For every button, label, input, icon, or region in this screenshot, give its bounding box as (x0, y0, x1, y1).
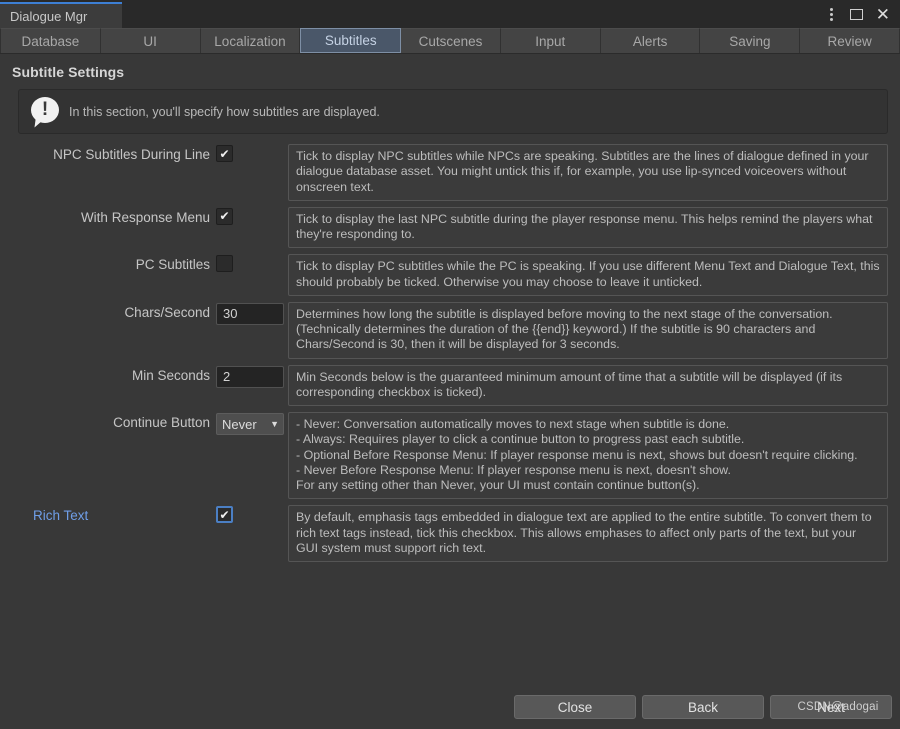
help-text-with-response-menu: Tick to display the last NPC subtitle du… (288, 206, 888, 249)
setting-control-cell (210, 207, 288, 225)
info-banner: ! In this section, you'll specify how su… (18, 89, 888, 134)
window-tab-label: Dialogue Mgr (10, 8, 88, 24)
setting-row-pc-subtitles: PC Subtitles Tick to display PC subtitles… (18, 254, 888, 296)
tab-database[interactable]: Database (0, 28, 101, 53)
tab-input[interactable]: Input (500, 28, 601, 53)
setting-control-cell: 30 (210, 302, 288, 325)
help-text-pc-subtitles: Tick to display PC subtitles while the P… (288, 254, 888, 296)
tab-label: Subtitles (324, 33, 377, 48)
setting-control-cell: Never ▼ (210, 412, 288, 435)
checkbox-with-response-menu[interactable] (216, 207, 233, 225)
checkbox-rich-text[interactable] (216, 506, 233, 524)
help-line: - Always: Requires player to click a con… (296, 432, 745, 447)
back-button[interactable]: Back (642, 695, 764, 719)
dropdown-value: Never (222, 416, 257, 432)
back-button-label: Back (687, 699, 718, 715)
setting-label-pc-subtitles: PC Subtitles (135, 257, 210, 273)
tab-label: Alerts (632, 33, 668, 49)
settings-tab-strip: Database UI Localization Subtitles Cutscenes… (0, 28, 900, 54)
tab-label: Cutscenes (418, 33, 483, 49)
setting-row-min-seconds: Min Seconds 2 Min Seconds below is the gua… (18, 364, 888, 406)
tab-label: Database (21, 33, 80, 49)
tab-review[interactable]: Review (800, 28, 900, 53)
help-text-min-seconds: Min Seconds below is the guaranteed mini… (288, 364, 888, 406)
tab-subtitles[interactable]: Subtitles (300, 28, 402, 53)
tab-localization[interactable]: Localization (200, 28, 301, 53)
page-title: Subtitle Settings (12, 64, 125, 80)
maximize-icon[interactable] (849, 8, 863, 20)
setting-control-cell (210, 505, 288, 524)
input-chars-second[interactable]: 30 (216, 302, 284, 325)
chevron-down-icon: ▼ (270, 419, 279, 429)
setting-control-cell (210, 144, 288, 162)
tab-label: Review (827, 33, 872, 49)
info-bubble-icon: ! (31, 96, 61, 128)
setting-row-npc-subtitles-during-line: NPC Subtitles During Line Tick to display… (18, 144, 888, 201)
setting-control-cell: 2 (210, 365, 288, 388)
setting-row-continue-button: Continue Button Never ▼ - Never: Conversati… (18, 412, 888, 500)
checkbox-npc-subtitles-during-line[interactable] (216, 145, 233, 162)
setting-row-chars-second: Chars/Second 30 Determines how long the su… (18, 301, 888, 359)
close-button[interactable]: Close (514, 695, 636, 719)
setting-label-npc-subtitles-during-line: NPC Subtitles During Line (53, 147, 210, 162)
dropdown-continue-button[interactable]: Never ▼ (216, 413, 284, 435)
title-bar: Dialogue Mgr ✕ (0, 0, 900, 28)
setting-label-chars-second: Chars/Second (124, 304, 210, 320)
close-button-label: Close (557, 699, 593, 715)
input-min-seconds[interactable]: 2 (216, 365, 284, 388)
title-bar-controls: ✕ (826, 0, 892, 28)
window-tab-dialogue-mgr[interactable]: Dialogue Mgr (0, 2, 122, 28)
info-banner-text: In this section, you'll specify how subt… (69, 104, 380, 119)
setting-row-rich-text: Rich Text By default, emphasis tags embed… (18, 505, 888, 562)
checkbox-pc-subtitles[interactable] (216, 255, 233, 273)
close-icon[interactable]: ✕ (876, 6, 892, 23)
settings-rows: NPC Subtitles During Line Tick to display… (0, 144, 900, 562)
footer-buttons: Close Back Next CSDN@adogai (0, 695, 900, 719)
setting-label-min-seconds: Min Seconds (131, 367, 210, 383)
tab-label: Input (535, 33, 566, 49)
help-line: - Never: Conversation automatically move… (296, 417, 730, 431)
help-text-npc-subtitles-during-line: Tick to display NPC subtitles while NPCs… (288, 144, 888, 201)
tab-cutscenes[interactable]: Cutscenes (401, 28, 501, 53)
setting-label-continue-button: Continue Button (113, 415, 210, 430)
help-line: - Never Before Response Menu: If player … (296, 462, 731, 477)
next-button-label: Next (817, 699, 845, 715)
tab-label: Localization (214, 33, 286, 49)
next-button[interactable]: Next CSDN@adogai (770, 695, 892, 719)
tab-saving[interactable]: Saving (700, 28, 801, 53)
setting-control-cell (210, 254, 288, 273)
settings-content: Subtitle Settings ! In this section, you… (0, 54, 900, 729)
setting-label-with-response-menu: With Response Menu (80, 209, 210, 225)
tab-label: UI (143, 33, 157, 49)
tab-alerts[interactable]: Alerts (600, 28, 701, 53)
help-line: - Optional Before Response Menu: If play… (296, 447, 858, 462)
help-line: For any setting other than Never, your U… (296, 478, 700, 492)
setting-row-with-response-menu: With Response Menu Tick to display the la… (18, 206, 888, 249)
help-text-chars-second: Determines how long the subtitle is disp… (288, 301, 888, 359)
help-text-continue-button: - Never: Conversation automatically move… (288, 412, 888, 500)
tab-label: Saving (729, 33, 771, 49)
info-bubble-glyph: ! (41, 98, 49, 120)
tab-ui[interactable]: UI (100, 28, 201, 53)
setting-label-rich-text: Rich Text (33, 508, 89, 524)
help-text-rich-text: By default, emphasis tags embedded in di… (288, 505, 888, 562)
kebab-menu-icon[interactable] (826, 6, 837, 23)
dialogue-manager-window: Dialogue Mgr ✕ Database UI Localization Sub… (0, 0, 900, 729)
